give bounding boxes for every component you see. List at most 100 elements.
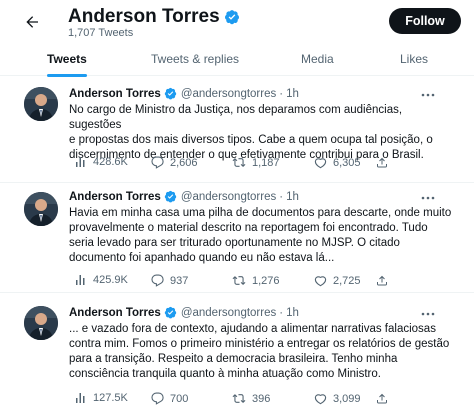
reply-icon [151,156,164,169]
tab-label: Tweets & replies [151,52,240,66]
more-options-icon [421,312,435,316]
avatar[interactable] [24,306,58,340]
follow-button[interactable]: Follow [389,8,461,34]
more-options-icon [421,196,435,200]
avatar-image-icon [24,306,58,340]
tweet-header: Anderson Torres @andersongtorres · 1h [69,190,299,203]
like-count: 2,725 [333,274,361,287]
tweet-author-name[interactable]: Anderson Torres [69,191,161,203]
tweet-actions: 425.9K 937 1,276 2,725 [69,274,439,290]
more-options-button[interactable] [418,307,438,321]
reply-button[interactable]: 2,606 [151,156,198,169]
tweet-separator: · [279,87,284,100]
verified-badge-icon [164,87,176,100]
reply-button[interactable]: 937 [151,274,188,287]
views-button[interactable]: 127.5K [75,392,128,404]
share-icon [377,275,387,286]
more-options-icon [421,93,435,97]
like-button[interactable]: 2,725 [314,274,361,287]
share-button[interactable] [376,392,388,405]
profile-tabs: Tweets Tweets & replies Media Likes [0,42,474,77]
tweet-timestamp[interactable]: 1h [286,88,299,100]
views-button[interactable]: 425.9K [75,274,128,286]
share-button[interactable] [376,274,388,287]
like-icon [314,394,327,405]
avatar[interactable] [24,192,58,226]
views-icon [76,157,85,167]
tweet-text: ... e vazado fora de contexto, ajudando … [69,323,450,380]
tweet-handle[interactable]: @andersongtorres [181,88,276,100]
tweet-handle[interactable]: @andersongtorres [181,191,276,203]
tweet-author-name[interactable]: Anderson Torres [69,307,161,319]
verified-badge-icon [164,306,176,319]
tweet-text: No cargo de Ministro da Justiça, nos dep… [69,104,433,161]
like-button[interactable]: 3,099 [314,392,361,405]
tweet-actions: 127.5K 700 396 3,099 [69,392,439,408]
tweet[interactable]: Anderson Torres @andersongtorres · 1h Ha… [0,183,474,293]
retweet-count: 396 [252,392,271,405]
reply-icon [151,274,164,287]
more-options-button[interactable] [418,88,438,102]
tweet-count: 1,707 Tweets [68,27,134,39]
profile-name: Anderson Torres [68,6,240,28]
profile-name-text: Anderson Torres [68,6,220,27]
like-count: 6,305 [333,156,361,169]
avatar[interactable] [24,87,58,121]
reply-icon [151,392,164,405]
retweet-count: 1,187 [252,156,280,169]
tab-label: Tweets [47,52,87,66]
retweet-icon [232,158,246,167]
views-count: 127.5K [93,392,128,404]
verified-badge-icon [224,10,239,25]
verified-badge [164,190,177,203]
retweet-icon [232,276,246,285]
tweet[interactable]: Anderson Torres @andersongtorres · 1h ..… [0,293,474,415]
like-icon [314,276,327,287]
tweet-timestamp[interactable]: 1h [286,307,299,319]
reply-count: 700 [170,392,189,405]
tweet-header: Anderson Torres @andersongtorres · 1h [69,87,299,100]
verified-badge [164,87,177,100]
views-icon [76,275,85,285]
tab-label: Media [301,52,334,66]
views-icon [76,393,85,403]
back-button[interactable] [18,8,46,36]
share-icon [377,393,387,404]
tab-tweets[interactable]: Tweets [47,42,87,77]
profile-header: Anderson Torres 1,707 Tweets Follow [0,0,474,42]
share-button[interactable] [376,156,388,169]
retweet-count: 1,276 [252,274,280,287]
retweet-button[interactable]: 1,187 [232,156,280,169]
views-count: 425.9K [93,274,128,286]
tweet-header: Anderson Torres @andersongtorres · 1h [69,306,299,319]
views-count: 428.6K [93,156,128,168]
tweet-handle[interactable]: @andersongtorres [181,307,276,319]
verified-badge-icon [164,190,176,203]
avatar-image-icon [24,87,58,121]
tweet-separator: · [279,190,284,203]
retweet-button[interactable]: 396 [232,392,270,405]
tab-likes[interactable]: Likes [400,42,428,76]
verified-badge [164,306,177,319]
tweet-text: Havia em minha casa uma pilha de documen… [69,207,452,264]
tweet-author-name[interactable]: Anderson Torres [69,88,161,100]
avatar-image-icon [24,192,58,226]
tab-media[interactable]: Media [301,42,334,76]
like-button[interactable]: 6,305 [314,156,361,169]
tab-tweets-replies[interactable]: Tweets & replies [151,42,239,76]
tweet[interactable]: Anderson Torres @andersongtorres · 1h No… [0,76,474,183]
tab-label: Likes [400,52,429,66]
reply-count: 2,606 [170,156,198,169]
back-arrow-icon [26,16,38,28]
like-icon [314,158,327,169]
reply-button[interactable]: 700 [151,392,188,405]
like-count: 3,099 [333,392,361,405]
retweet-button[interactable]: 1,276 [232,274,280,287]
retweet-icon [232,394,246,403]
tweet-actions: 428.6K 2,606 1,187 6,305 [69,156,439,172]
views-button[interactable]: 428.6K [75,156,128,168]
share-icon [377,157,387,168]
reply-count: 937 [170,274,189,287]
tweet-timestamp[interactable]: 1h [286,191,299,203]
more-options-button[interactable] [418,191,438,205]
